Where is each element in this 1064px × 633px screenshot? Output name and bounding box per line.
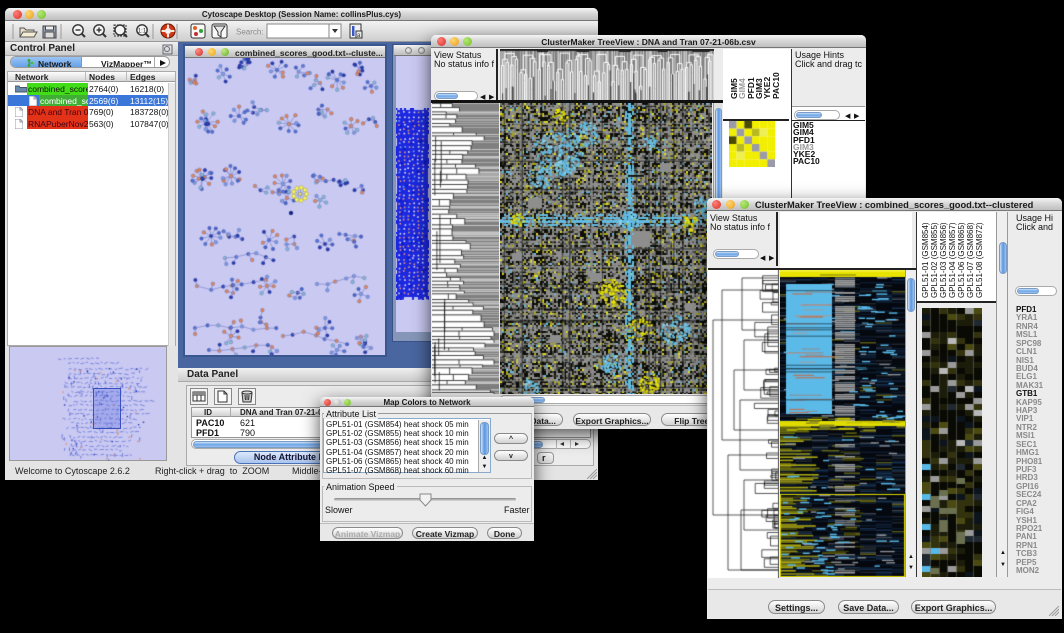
svg-text:1:1: 1:1 <box>138 29 147 35</box>
svg-text:Search:: Search: <box>236 28 264 37</box>
